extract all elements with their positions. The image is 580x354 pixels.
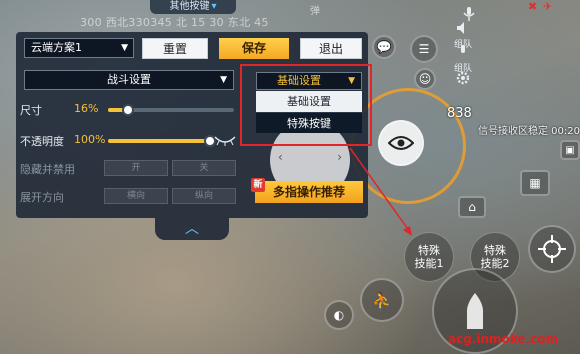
annotation-arrow	[349, 147, 412, 236]
